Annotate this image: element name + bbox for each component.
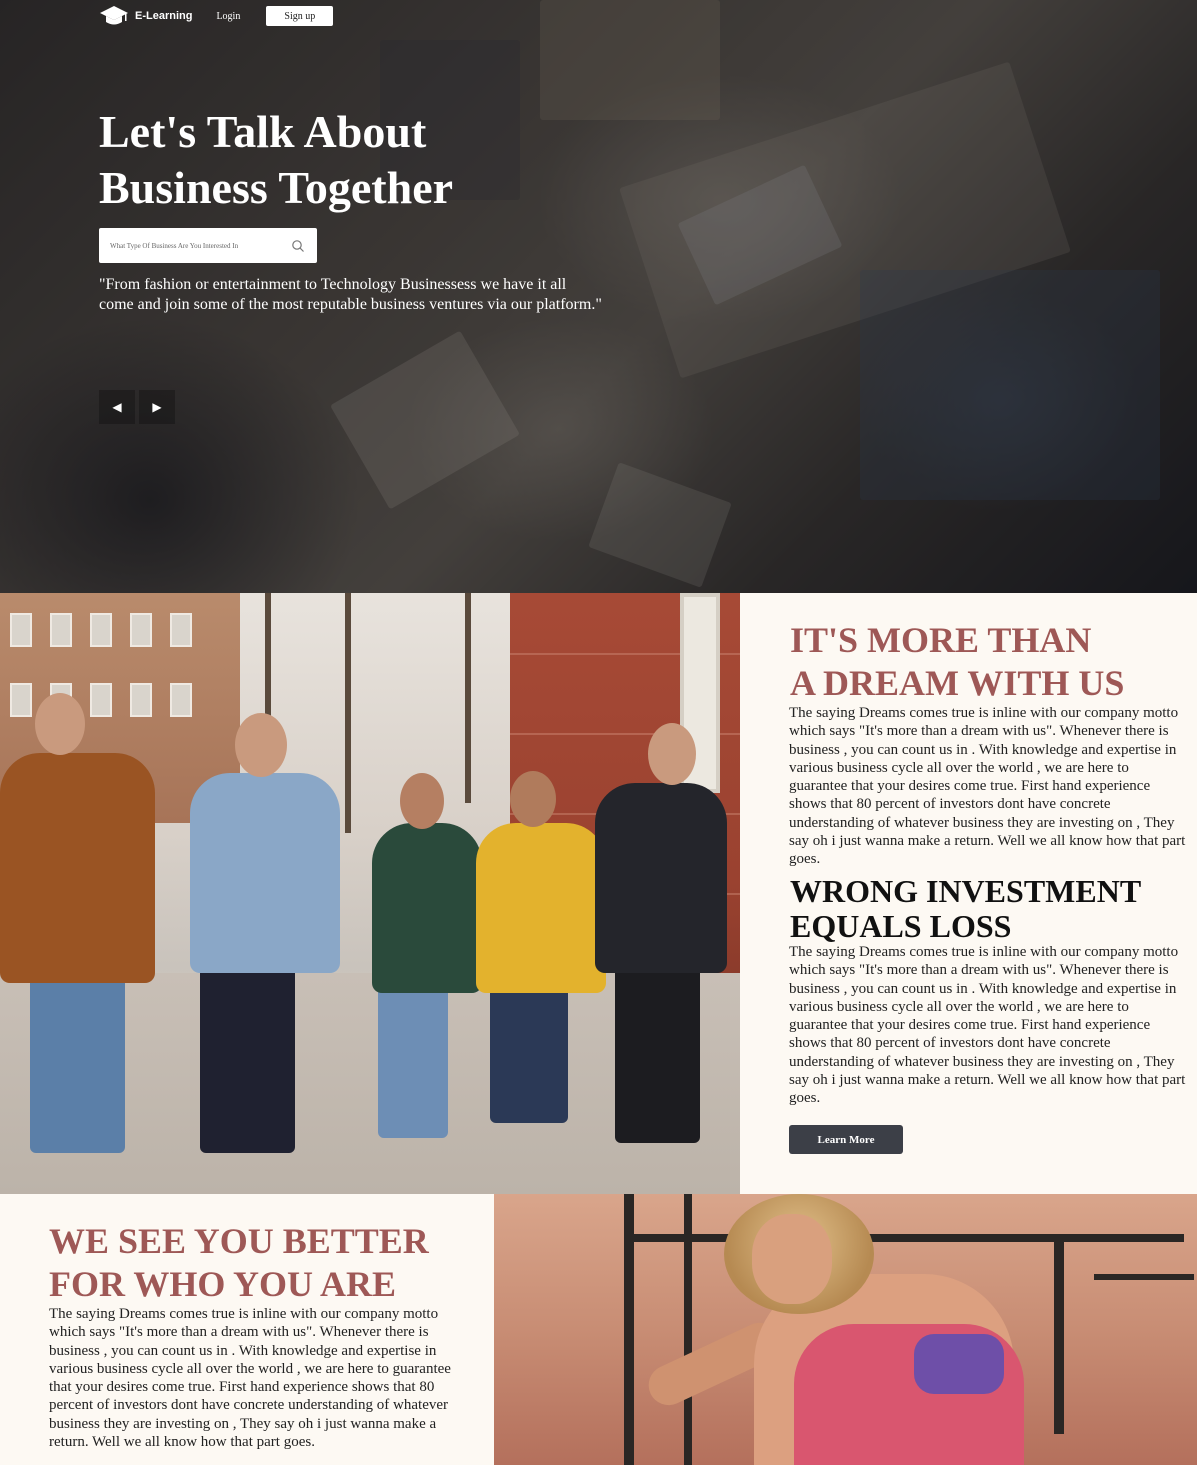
dream-heading-line1: IT'S MORE THAN bbox=[790, 620, 1092, 660]
hero-title-line2: Business Together bbox=[99, 162, 454, 213]
photo-window bbox=[90, 683, 112, 717]
photo-tree bbox=[345, 593, 351, 833]
photo-gym-rack bbox=[1094, 1274, 1194, 1280]
photo-person bbox=[35, 693, 85, 755]
arrow-left-icon[interactable]: ◀ bbox=[99, 390, 135, 424]
photo-woman bbox=[752, 1214, 832, 1304]
dream-section: IT'S MORE THAN A DREAM WITH US The sayin… bbox=[0, 593, 1197, 1194]
search-input[interactable] bbox=[99, 228, 279, 263]
photo-person bbox=[200, 953, 295, 1153]
investment-heading: WRONG INVESTMENT EQUALS LOSS bbox=[790, 874, 1190, 944]
photo-person bbox=[648, 723, 696, 785]
dream-heading-line2: A DREAM WITH US bbox=[790, 663, 1125, 703]
friends-walking-photo bbox=[0, 593, 740, 1194]
investment-paragraph: The saying Dreams comes true is inline w… bbox=[789, 944, 1186, 1107]
better-heading: WE SEE YOU BETTER FOR WHO YOU ARE bbox=[49, 1220, 469, 1306]
photo-tree bbox=[465, 593, 471, 803]
photo-person bbox=[190, 773, 340, 973]
photo-window bbox=[10, 683, 32, 717]
photo-person bbox=[378, 978, 448, 1138]
login-link[interactable]: Login bbox=[216, 11, 240, 22]
logo-text: E-Learning bbox=[135, 10, 193, 22]
photo-window bbox=[170, 683, 192, 717]
photo-window bbox=[10, 613, 32, 647]
carousel-controls: ◀ ▶ bbox=[99, 390, 179, 424]
photo-window bbox=[130, 683, 152, 717]
photo-person bbox=[30, 973, 125, 1153]
photo-window bbox=[90, 613, 112, 647]
photo-person bbox=[615, 943, 700, 1143]
investment-heading-line1: WRONG INVESTMENT bbox=[790, 873, 1142, 909]
learn-more-button[interactable]: Learn More bbox=[789, 1125, 903, 1154]
dream-heading: IT'S MORE THAN A DREAM WITH US bbox=[790, 619, 1190, 705]
photo-person bbox=[476, 823, 606, 993]
photo-window bbox=[50, 613, 72, 647]
logo-link[interactable]: E-Learning bbox=[99, 4, 192, 28]
arrow-right-icon[interactable]: ▶ bbox=[139, 390, 175, 424]
hero-quote: "From fashion or entertainment to Techno… bbox=[99, 275, 659, 315]
photo-person bbox=[0, 753, 155, 983]
top-nav: E-Learning Login Sign up bbox=[99, 4, 334, 28]
better-heading-line2: FOR WHO YOU ARE bbox=[49, 1264, 397, 1304]
photo-person bbox=[400, 773, 444, 829]
photo-gym-rack bbox=[624, 1234, 1184, 1242]
hero-title-line1: Let's Talk About bbox=[99, 106, 427, 157]
hero-banner: E-Learning Login Sign up Let's Talk Abou… bbox=[0, 0, 1197, 593]
photo-gym-rack bbox=[1054, 1234, 1064, 1434]
photo-window bbox=[170, 613, 192, 647]
photo-window bbox=[130, 613, 152, 647]
dream-paragraph: The saying Dreams comes true is inline w… bbox=[789, 705, 1186, 868]
dream-text-card: IT'S MORE THAN A DREAM WITH US The sayin… bbox=[740, 593, 1197, 1194]
better-section: WE SEE YOU BETTER FOR WHO YOU ARE The sa… bbox=[0, 1194, 1197, 1465]
search-icon[interactable] bbox=[291, 239, 305, 253]
hero-title: Let's Talk About Business Together bbox=[99, 104, 619, 216]
photo-person bbox=[372, 823, 482, 993]
photo-person bbox=[510, 771, 556, 827]
better-paragraph: The saying Dreams comes true is inline w… bbox=[49, 1306, 451, 1451]
better-heading-line1: WE SEE YOU BETTER bbox=[49, 1221, 429, 1261]
investment-heading-line2: EQUALS LOSS bbox=[790, 908, 1012, 944]
signup-button[interactable]: Sign up bbox=[266, 6, 334, 26]
search-bar bbox=[99, 228, 317, 263]
photo-person bbox=[235, 713, 287, 777]
gym-woman-photo bbox=[494, 1194, 1197, 1465]
photo-person bbox=[595, 783, 727, 973]
hero-quote-line2: come and join some of the most reputable… bbox=[99, 296, 602, 313]
photo-woman bbox=[914, 1334, 1004, 1394]
hero-quote-line1: "From fashion or entertainment to Techno… bbox=[99, 276, 567, 293]
graduation-cap-icon bbox=[100, 6, 128, 25]
